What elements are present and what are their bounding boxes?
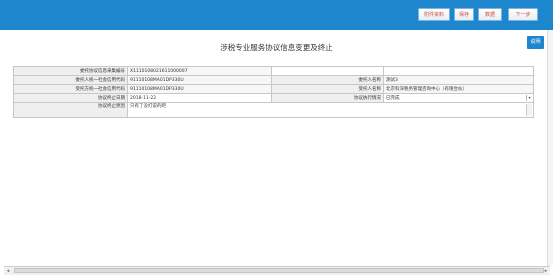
form-row: 协议终止日期 2018-11-22 协议执行情况 已完成 ▾ xyxy=(13,93,534,103)
client-name-label: 委托人名称 xyxy=(271,75,384,85)
execution-status-select[interactable]: 已完成 ▾ xyxy=(383,93,534,103)
execution-status-label: 协议执行情况 xyxy=(271,93,384,103)
termination-date-field[interactable]: 2018-11-22 xyxy=(127,93,272,103)
chevron-down-icon[interactable]: ▾ xyxy=(526,95,532,101)
page-title: 涉税专业服务协议信息变更及终止 xyxy=(220,43,333,52)
horizontal-scrollbar[interactable]: ◂ ▸ xyxy=(4,266,550,275)
trustee-credit-code-label: 受托方统一社会信用代码 xyxy=(13,84,128,94)
client-credit-code-field[interactable]: 91110108MA01DP330U xyxy=(127,75,272,85)
form-row: 受托方统一社会信用代码 91110108MA01DP330U 受托人名称 北京科… xyxy=(13,84,534,94)
client-name-field[interactable]: 测试3 xyxy=(383,75,534,85)
form-row: 委托人统一社会信用代码 91110108MA01DP330U 委托人名称 测试3 xyxy=(13,75,534,85)
attachments-button[interactable]: 附件资料 xyxy=(418,8,450,21)
trustee-name-label: 受托人名称 xyxy=(271,84,384,94)
termination-date-label: 协议终止日期 xyxy=(13,93,128,103)
left-edge xyxy=(0,30,4,276)
empty-field xyxy=(383,66,534,76)
agreement-id-label: 委托协议信息采集编号 xyxy=(13,66,128,76)
save-button[interactable]: 保存 xyxy=(454,8,474,21)
trustee-name-field[interactable]: 北京科深税务管理咨询中心（有限合伙） xyxy=(383,84,534,94)
empty-label xyxy=(271,66,384,76)
next-step-button[interactable]: 下一步 xyxy=(508,8,538,21)
data-button[interactable]: 数据 xyxy=(478,8,502,21)
agreement-id-field[interactable]: X1110108021611000007 xyxy=(127,66,272,76)
scroll-right-icon[interactable]: ▸ xyxy=(542,267,550,275)
scroll-left-icon[interactable]: ◂ xyxy=(4,267,12,275)
vertical-scrollbar[interactable] xyxy=(547,30,553,266)
client-credit-code-label: 委托人统一社会信用代码 xyxy=(13,75,128,85)
scrollbar-thumb[interactable] xyxy=(14,268,544,273)
termination-reason-textarea[interactable]: 只有了没打说的吧 xyxy=(127,102,534,118)
trustee-credit-code-field[interactable]: 91110108MA01DP330U xyxy=(127,84,272,94)
help-button[interactable]: 说明 xyxy=(527,36,544,49)
form-row: 委托协议信息采集编号 X1110108021611000007 xyxy=(13,66,534,76)
agreement-form: 委托协议信息采集编号 X1110108021611000007 委托人统一社会信… xyxy=(13,66,534,118)
termination-reason-value: 只有了没打说的吧 xyxy=(130,104,166,109)
form-row: 协议终止原因 只有了没打说的吧 xyxy=(13,102,534,118)
termination-reason-label: 协议终止原因 xyxy=(13,102,128,118)
execution-status-value: 已完成 xyxy=(386,96,400,101)
textarea-scrollbar[interactable] xyxy=(526,104,532,116)
